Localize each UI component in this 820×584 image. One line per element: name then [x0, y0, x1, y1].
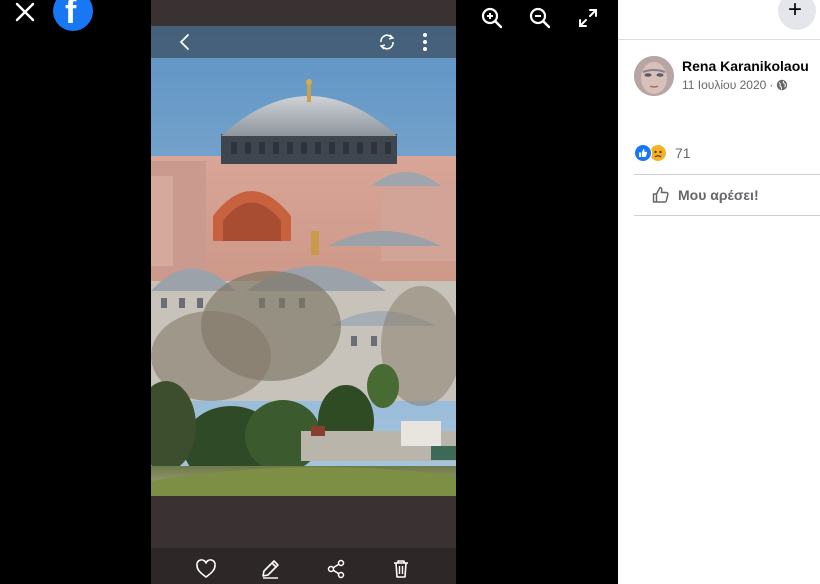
photo-content[interactable] — [151, 0, 456, 584]
header-divider — [618, 39, 820, 40]
heart-icon — [196, 559, 216, 578]
trash-icon — [394, 560, 408, 578]
close-icon — [15, 2, 35, 22]
zoom-in-icon — [481, 7, 503, 29]
edit-button[interactable] — [259, 558, 281, 580]
facebook-logo-letter: f — [65, 0, 77, 31]
more-vertical-icon — [423, 33, 427, 51]
create-button[interactable]: + — [778, 0, 816, 30]
share-icon — [327, 559, 345, 579]
reactions-divider — [634, 174, 820, 175]
edit-pencil-icon — [262, 560, 279, 579]
favorite-button[interactable] — [195, 558, 217, 580]
like-button[interactable]: Μου αρέσει! — [634, 177, 820, 213]
avatar[interactable] — [634, 56, 674, 96]
hagia-sophia-photo — [151, 26, 456, 496]
rotate-icon — [379, 34, 395, 50]
like-reaction-icon — [634, 144, 652, 162]
avatar-image — [634, 56, 674, 96]
delete-button[interactable] — [390, 558, 412, 580]
back-arrow-icon — [179, 34, 189, 50]
post-date[interactable]: 11 Ιουλίου 2020 — [682, 78, 766, 92]
actions-divider — [634, 215, 820, 216]
zoom-out-icon — [529, 7, 551, 29]
post-details-panel: + Rena Karanikolaou 11 Ιουλίου 2020 · 71… — [618, 0, 820, 584]
globe-icon — [777, 79, 788, 91]
reactions-summary[interactable]: 71 — [634, 144, 691, 162]
share-button[interactable] — [325, 558, 347, 580]
like-label: Μου αρέσει! — [678, 187, 759, 203]
plus-icon: + — [788, 0, 803, 23]
fullscreen-button[interactable] — [575, 5, 601, 31]
meta-separator: · — [769, 78, 774, 92]
close-button[interactable] — [12, 0, 38, 26]
back-button[interactable] — [175, 32, 195, 52]
zoom-out-button[interactable] — [527, 5, 553, 31]
rotate-button[interactable] — [377, 32, 397, 52]
zoom-in-button[interactable] — [479, 5, 505, 31]
reaction-count: 71 — [675, 145, 691, 161]
photo-viewer: f — [0, 0, 618, 584]
facebook-logo[interactable]: f — [53, 0, 93, 31]
phone-app-toolbar — [151, 26, 456, 58]
phone-bottom-bar — [151, 548, 456, 584]
post-meta: 11 Ιουλίου 2020 · — [682, 78, 788, 92]
thumbs-up-icon — [652, 186, 669, 203]
fullscreen-icon — [579, 9, 597, 27]
more-options-button[interactable] — [417, 32, 433, 52]
author-name[interactable]: Rena Karanikolaou — [682, 58, 809, 74]
